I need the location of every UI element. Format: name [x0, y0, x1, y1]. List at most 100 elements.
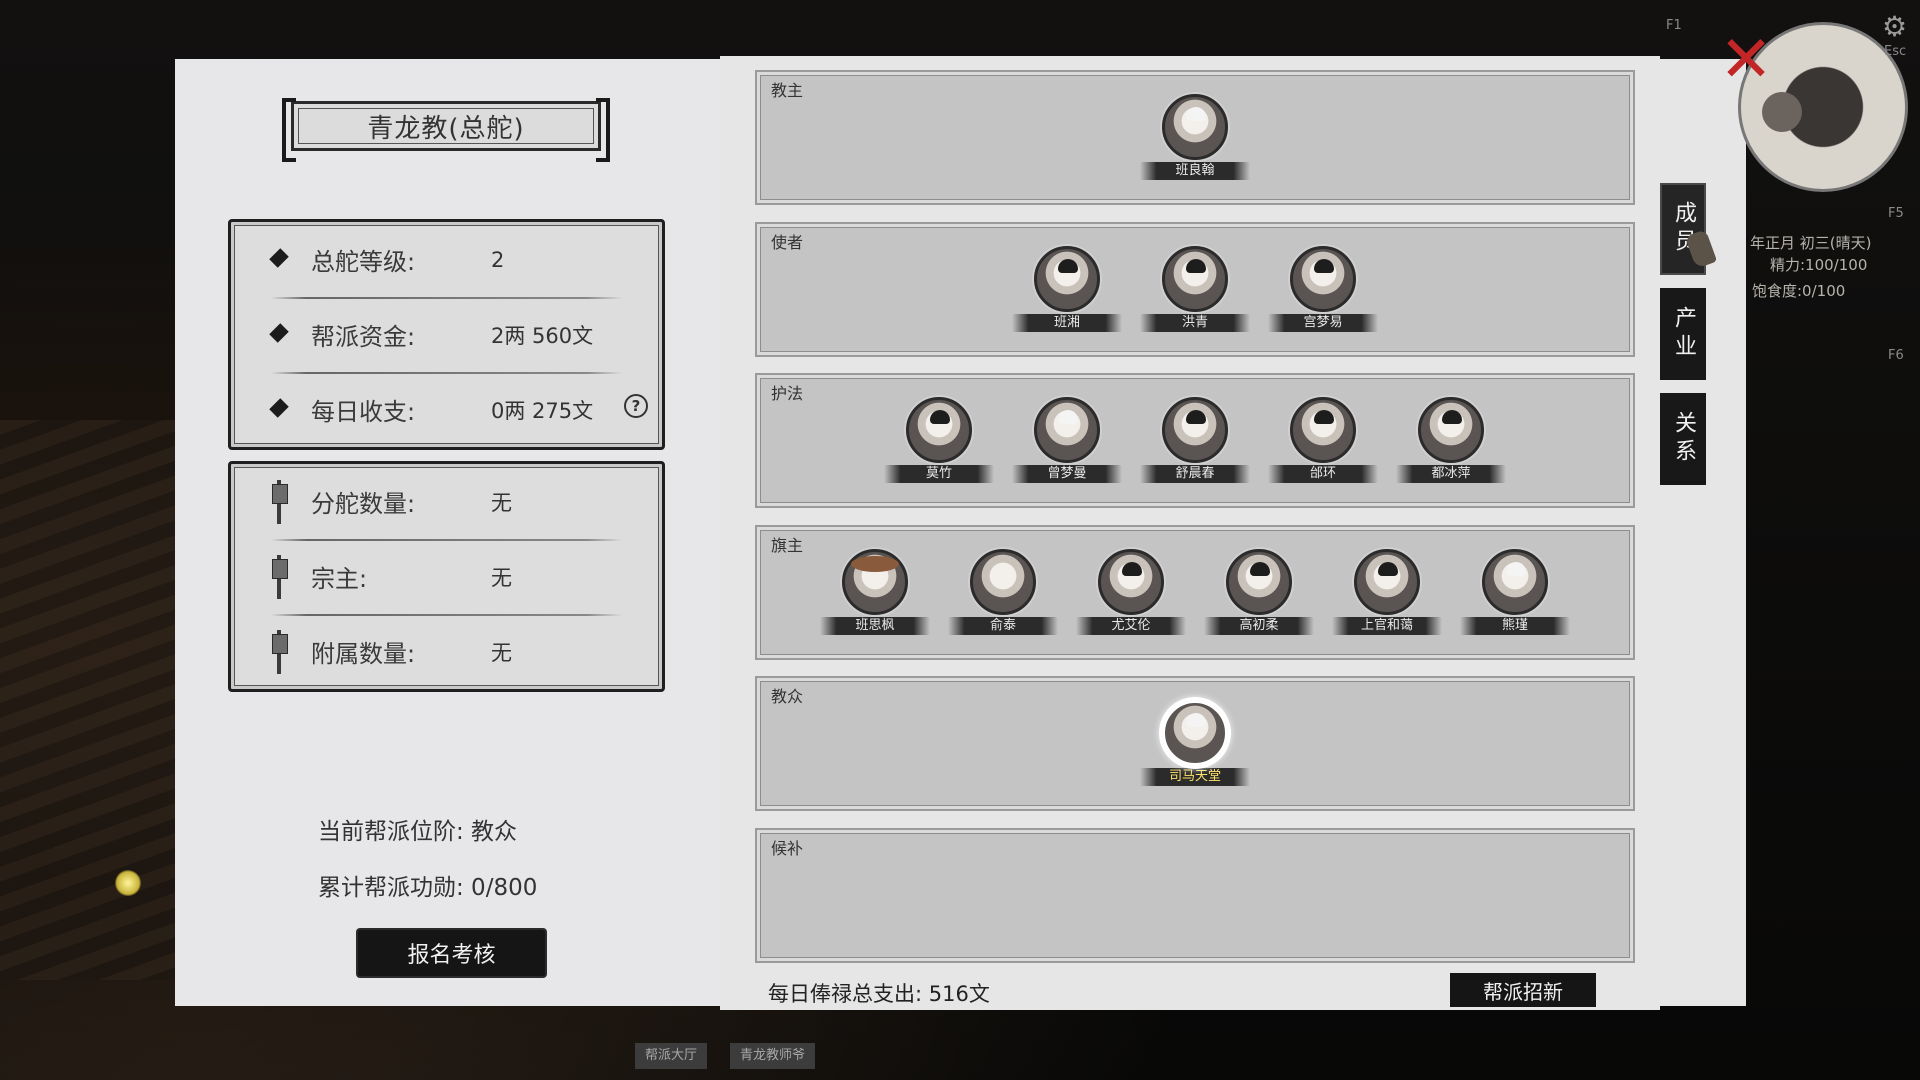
- member-card[interactable]: 班良翰: [1140, 94, 1250, 180]
- member-card[interactable]: 邰环: [1268, 397, 1378, 483]
- member-card[interactable]: 司马天堂: [1140, 700, 1250, 786]
- key-hint: F1: [1666, 18, 1682, 33]
- member-card[interactable]: 舒晨春: [1140, 397, 1250, 483]
- stat-row-level: 总舵等级: 2: [231, 222, 662, 297]
- member-name: 上官和蔼: [1332, 616, 1442, 635]
- stat-label: 每日收支:: [311, 398, 416, 426]
- diamond-icon: [271, 248, 287, 272]
- member-portrait: [1290, 245, 1356, 312]
- member-portrait: [1034, 397, 1100, 463]
- bottom-tab-advisor[interactable]: 青龙教师爷: [730, 1043, 816, 1069]
- stat-label: 帮派资金:: [311, 323, 416, 351]
- stat-label: 附属数量:: [311, 640, 416, 668]
- close-icon[interactable]: ✕: [1718, 28, 1774, 92]
- member-row: 班良翰: [757, 94, 1633, 180]
- rank-section: 旗主 班思枫 俞泰 尤艾伦 高初柔 上官和蔼 熊瑾: [755, 524, 1635, 660]
- stat-value: 0两 275文: [491, 398, 594, 423]
- member-name: 班思枫: [820, 616, 930, 635]
- sect-title-frame: 青龙教(总舵): [282, 98, 610, 162]
- members-panel: 教主 班良翰 使者 班湘 洪青 宫梦易 护法 莫竹 曾梦曼 舒晨春 邰环 都冰萍 旗主 班思枫 俞泰 尤艾伦高…: [720, 56, 1660, 1010]
- member-name: 宫梦易: [1268, 313, 1378, 332]
- recruit-button[interactable]: 帮派招新: [1450, 973, 1596, 1007]
- stat-value: 2两 560文: [491, 323, 594, 348]
- member-name: 班湘: [1012, 313, 1122, 332]
- member-row: 班思枫 俞泰 尤艾伦 高初柔 上官和蔼 熊瑾: [757, 548, 1633, 635]
- member-name: 尤艾伦: [1076, 616, 1186, 635]
- key-hint: F5: [1888, 206, 1904, 221]
- stat-row-funds: 帮派资金: 2两 560文: [231, 297, 662, 372]
- member-card[interactable]: 班湘: [1012, 245, 1122, 332]
- rank-section: 教众 司马天堂: [755, 676, 1635, 811]
- member-portrait: [1162, 245, 1228, 312]
- banner-pole-icon: [271, 479, 288, 524]
- branch-stats-box: 分舵数量: 无 宗主: 无 附属数量: 无: [228, 461, 665, 692]
- member-name: 邰环: [1268, 465, 1378, 483]
- key-hint: F6: [1888, 348, 1904, 363]
- tab-relations[interactable]: 关系: [1660, 393, 1706, 485]
- stat-label: 总舵等级:: [311, 248, 416, 276]
- sect-stats-box: 总舵等级: 2 帮派资金: 2两 560文 每日收支: 0两 275文 ?: [228, 219, 665, 450]
- member-name: 曾梦曼: [1012, 465, 1122, 483]
- member-card[interactable]: 俞泰: [948, 548, 1058, 635]
- banner-pole-icon: [271, 629, 288, 674]
- gear-icon[interactable]: ⚙: [1882, 10, 1907, 43]
- banner-pole-icon: [271, 554, 288, 599]
- rank-section: 教主 班良翰: [755, 70, 1635, 205]
- stat-row-suzerain: 宗主: 无: [231, 539, 662, 614]
- member-card[interactable]: 上官和蔼: [1332, 548, 1442, 635]
- rank-title: 候补: [771, 838, 804, 858]
- member-card[interactable]: 洪青: [1140, 245, 1250, 332]
- stat-row-vassals: 附属数量: 无: [231, 614, 662, 689]
- member-row: 莫竹 曾梦曼 舒晨春 邰环 都冰萍: [757, 397, 1633, 483]
- member-portrait: [1162, 94, 1228, 160]
- stat-value: 无: [491, 640, 512, 665]
- help-icon[interactable]: ?: [624, 394, 648, 418]
- member-card[interactable]: 都冰萍: [1396, 397, 1506, 483]
- member-portrait: [1354, 548, 1420, 615]
- bottom-tab-hall[interactable]: 帮派大厅: [635, 1043, 708, 1069]
- stat-label: 分舵数量:: [311, 490, 416, 518]
- stat-row-daily-balance: 每日收支: 0两 275文 ?: [231, 372, 662, 447]
- member-name: 熊瑾: [1460, 616, 1570, 635]
- member-name: 洪青: [1140, 313, 1250, 332]
- member-portrait: [1418, 397, 1484, 463]
- member-row: 司马天堂: [757, 700, 1633, 786]
- member-portrait: [1226, 548, 1292, 615]
- satiety-text: 饱食度:0/100: [1752, 282, 1846, 300]
- member-name: 莫竹: [884, 465, 994, 483]
- member-card[interactable]: 熊瑾: [1460, 548, 1570, 635]
- rank-section: 护法 莫竹 曾梦曼 舒晨春 邰环 都冰萍: [755, 373, 1635, 508]
- member-portrait: [906, 397, 972, 463]
- member-card[interactable]: 莫竹: [884, 397, 994, 483]
- member-card[interactable]: 曾梦曼: [1012, 397, 1122, 483]
- member-portrait: [1290, 397, 1356, 463]
- member-name: 司马天堂: [1140, 768, 1250, 786]
- current-rank: 当前帮派位阶: 教众: [318, 819, 518, 845]
- key-hint: Esc: [1884, 44, 1907, 59]
- member-portrait: [1162, 397, 1228, 463]
- member-card[interactable]: 高初柔: [1204, 548, 1314, 635]
- member-card[interactable]: 班思枫: [820, 548, 930, 635]
- lantern-light: [115, 870, 141, 896]
- member-portrait: [1034, 245, 1100, 312]
- member-portrait: [1482, 548, 1548, 615]
- stat-value: 2: [491, 247, 505, 272]
- member-row: 班湘 洪青 宫梦易: [757, 245, 1633, 332]
- date-text: 年正月 初三(晴天): [1750, 234, 1872, 252]
- tab-property[interactable]: 产业: [1660, 288, 1706, 380]
- diamond-icon: [271, 398, 287, 422]
- stat-value: 无: [491, 490, 512, 515]
- member-card[interactable]: 宫梦易: [1268, 245, 1378, 332]
- member-portrait: [1162, 700, 1228, 766]
- stat-value: 无: [491, 565, 512, 590]
- member-card[interactable]: 尤艾伦: [1076, 548, 1186, 635]
- avatar: [1762, 92, 1802, 132]
- member-portrait: [970, 548, 1036, 615]
- member-name: 俞泰: [948, 616, 1058, 635]
- member-name: 都冰萍: [1396, 465, 1506, 483]
- member-portrait: [842, 548, 908, 615]
- merit-progress: 累计帮派功勋: 0/800: [318, 875, 538, 901]
- sect-title: 青龙教(总舵): [298, 108, 594, 144]
- member-name: 班良翰: [1140, 162, 1250, 180]
- apply-exam-button[interactable]: 报名考核: [358, 930, 545, 976]
